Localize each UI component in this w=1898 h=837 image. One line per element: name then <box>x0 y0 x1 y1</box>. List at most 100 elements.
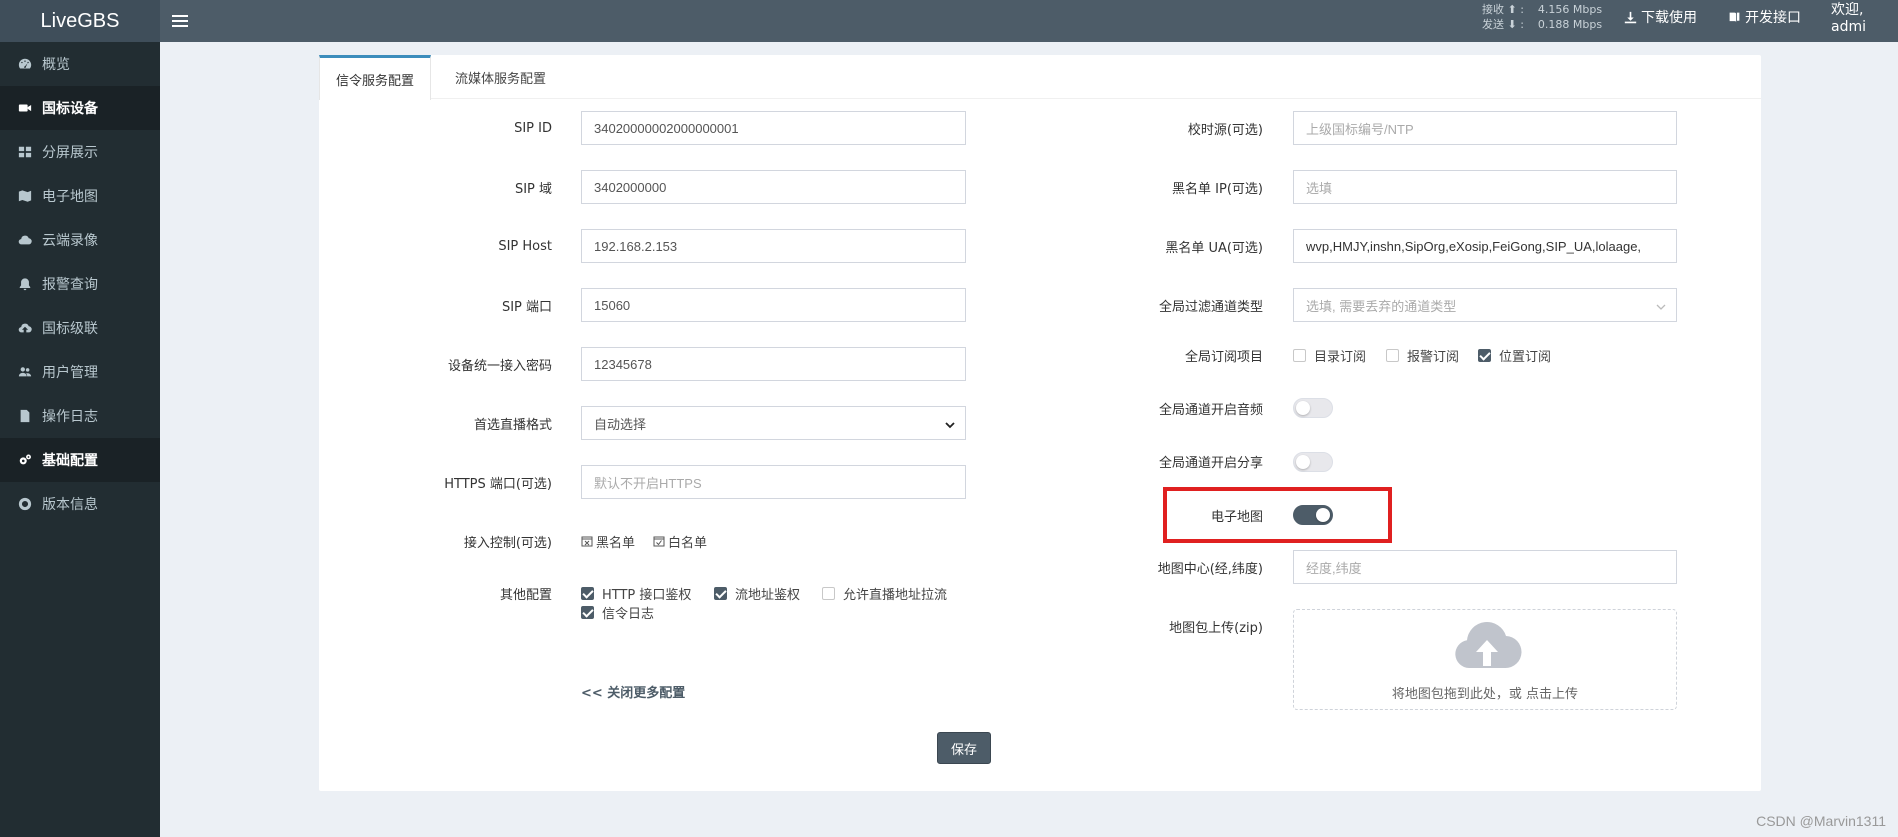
sidebar-item-cloud-record[interactable]: 云端录像 <box>0 218 160 262</box>
catalog-subscribe-checkbox[interactable]: 目录订阅 <box>1293 345 1366 365</box>
chevron-down-icon <box>945 418 955 429</box>
download-icon <box>1624 11 1637 23</box>
grid-icon <box>18 145 32 159</box>
allow-pull-checkbox[interactable]: 允许直播地址拉流 <box>822 583 947 603</box>
blacklist-ip-input[interactable]: 选填 <box>1293 170 1677 204</box>
checkbox-unchecked[interactable] <box>1293 348 1306 362</box>
audio-toggle[interactable] <box>1293 398 1333 418</box>
subscribe-label: 全局订阅项目 <box>1184 349 1263 365</box>
book-icon <box>1729 12 1740 22</box>
user-menu[interactable]: 欢迎, admi <box>1831 0 1898 35</box>
sidebar-item-split-screen[interactable]: 分屏展示 <box>0 130 160 174</box>
time-source-label: 校时源(可选) <box>1187 122 1263 138</box>
save-button[interactable]: 保存 <box>937 732 991 764</box>
sip-port-label: SIP 端口 <box>501 299 552 315</box>
api-link[interactable]: 开发接口 <box>1728 0 1801 34</box>
map-upload-dropzone[interactable]: 将地图包拖到此处，或 点击上传 <box>1293 609 1677 710</box>
api-label: 开发接口 <box>1745 10 1801 26</box>
bandwidth-readout: 接收 ⬆ : 4.156 Mbps 发送 ⬇ : 0.188 Mbps <box>1482 2 1602 32</box>
audio-label: 全局通道开启音频 <box>1158 402 1263 418</box>
cloud-upload-icon <box>1455 621 1522 669</box>
sidebar-item-cascade[interactable]: 国标级联 <box>0 306 160 350</box>
filter-channel-placeholder: 选填, 需要丢弃的通道类型 <box>1306 298 1457 314</box>
download-label: 下载使用 <box>1641 10 1697 26</box>
sidebar-item-alarm[interactable]: 报警查询 <box>0 262 160 306</box>
sip-host-input[interactable]: 192.168.2.153 <box>581 229 966 263</box>
sidebar-item-label: 概览 <box>42 57 70 73</box>
password-input[interactable]: 12345678 <box>581 347 966 381</box>
dashboard-icon <box>18 57 32 71</box>
blacklist-ip-label: 黑名单 IP(可选) <box>1172 181 1263 197</box>
download-link[interactable]: 下载使用 <box>1624 0 1697 34</box>
time-source-input[interactable]: 上级国标编号/NTP <box>1293 111 1677 145</box>
sidebar-item-version[interactable]: 版本信息 <box>0 482 160 526</box>
users-icon <box>18 365 32 379</box>
video-camera-icon <box>18 101 32 115</box>
checkbox-checked[interactable] <box>581 586 594 600</box>
emap-toggle[interactable] <box>1293 505 1333 525</box>
checkbox-checked[interactable] <box>581 605 594 619</box>
stream-auth-checkbox[interactable]: 流地址鉴权 <box>714 583 800 603</box>
sidebar-item-emap[interactable]: 电子地图 <box>0 174 160 218</box>
https-port-label: HTTPS 端口(可选) <box>444 476 552 492</box>
calendar-check-icon <box>653 536 665 547</box>
file-icon <box>18 409 32 423</box>
chevron-down-icon <box>1656 300 1666 310</box>
sidebar-item-label: 用户管理 <box>42 365 98 381</box>
alarm-subscribe-label: 报警订阅 <box>1407 349 1460 365</box>
sidebar-item-label: 基础配置 <box>42 453 98 469</box>
position-subscribe-label: 位置订阅 <box>1499 349 1552 365</box>
position-subscribe-checkbox[interactable]: 位置订阅 <box>1478 345 1551 365</box>
https-port-input[interactable]: 默认不开启HTTPS <box>581 465 966 499</box>
sidebar-item-users[interactable]: 用户管理 <box>0 350 160 394</box>
map-center-input[interactable]: 经度,纬度 <box>1293 550 1677 584</box>
tab-media-config[interactable]: 流媒体服务配置 <box>439 55 562 99</box>
stream-format-select[interactable]: 自动选择 <box>581 406 966 440</box>
checkbox-checked[interactable] <box>1478 348 1491 362</box>
top-header: 接收 ⬆ : 4.156 Mbps 发送 ⬇ : 0.188 Mbps 下载使用 开… <box>160 0 1898 42</box>
sidebar-item-label: 分屏展示 <box>42 145 98 161</box>
whitelist-option[interactable]: 白名单 <box>653 531 707 551</box>
sip-log-checkbox[interactable]: 信令日志 <box>581 602 654 622</box>
sidebar-item-label: 云端录像 <box>42 233 98 249</box>
stream-auth-label: 流地址鉴权 <box>735 587 801 603</box>
cloud-icon <box>18 233 32 247</box>
sidebar-item-logs[interactable]: 操作日志 <box>0 394 160 438</box>
sip-host-label: SIP Host <box>498 238 552 254</box>
brand-logo[interactable]: LiveGBS <box>0 0 160 42</box>
access-control-label: 接入控制(可选) <box>463 535 552 551</box>
cloud-upload-icon <box>18 321 32 335</box>
checkbox-checked[interactable] <box>714 586 727 600</box>
sidebar-item-gb-devices[interactable]: 国标设备 <box>0 86 160 130</box>
blacklist-label: 黑名单 <box>596 535 636 551</box>
calendar-times-icon <box>581 536 593 547</box>
menu-toggle-icon[interactable] <box>172 10 188 32</box>
sidebar-item-label: 国标级联 <box>42 321 98 337</box>
checkbox-unchecked[interactable] <box>1386 348 1399 362</box>
sidebar-item-label: 版本信息 <box>42 497 98 513</box>
rx-value: 4.156 Mbps <box>1537 3 1603 16</box>
http-auth-checkbox[interactable]: HTTP 接口鉴权 <box>581 583 691 603</box>
tx-value: 0.188 Mbps <box>1537 18 1603 31</box>
sidebar-item-basic-config[interactable]: 基础配置 <box>0 438 160 482</box>
sidebar-item-overview[interactable]: 概览 <box>0 42 160 86</box>
collapse-more-config-link[interactable]: << 关闭更多配置 <box>581 682 685 701</box>
emap-label: 电子地图 <box>1210 509 1263 525</box>
alarm-subscribe-checkbox[interactable]: 报警订阅 <box>1386 345 1459 365</box>
sip-id-input[interactable]: 34020000002000000001 <box>581 111 966 145</box>
share-toggle[interactable] <box>1293 452 1333 472</box>
tab-signaling-config[interactable]: 信令服务配置 <box>319 55 432 100</box>
filter-channel-select[interactable]: 选填, 需要丢弃的通道类型 <box>1293 288 1677 322</box>
map-upload-label: 地图包上传(zip) <box>1169 620 1263 636</box>
sip-port-input[interactable]: 15060 <box>581 288 966 322</box>
upload-hint: 将地图包拖到此处，或 点击上传 <box>1391 687 1579 702</box>
sidebar-item-label: 操作日志 <box>42 409 98 425</box>
sip-id-label: SIP ID <box>514 120 552 136</box>
blacklist-ua-input[interactable]: wvp,HMJY,inshn,SipOrg,eXosip,FeiGong,SIP… <box>1293 229 1677 263</box>
allow-pull-label: 允许直播地址拉流 <box>843 587 948 603</box>
blacklist-option[interactable]: 黑名单 <box>581 531 635 551</box>
checkbox-unchecked[interactable] <box>822 586 835 600</box>
sip-domain-input[interactable]: 3402000000 <box>581 170 966 204</box>
sidebar-item-label: 电子地图 <box>42 189 98 205</box>
tab-bar: 信令服务配置 流媒体服务配置 <box>319 55 1761 100</box>
